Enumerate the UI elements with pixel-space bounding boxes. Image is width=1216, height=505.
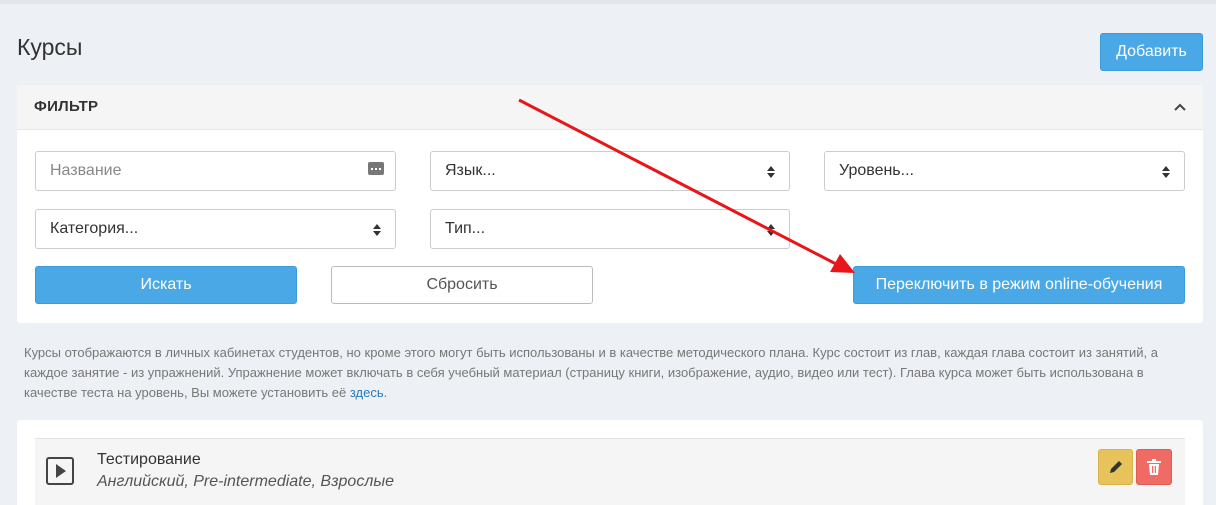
pencil-icon — [1109, 461, 1122, 473]
filter-panel: ФИЛЬТР Название Язык... Уровень... Катег… — [17, 85, 1203, 323]
trash-icon — [1147, 459, 1161, 475]
category-select-value: Категория... — [50, 220, 139, 237]
info-end: . — [383, 385, 388, 400]
type-select[interactable]: Тип... — [430, 209, 790, 249]
keyboard-icon — [368, 162, 384, 175]
info-body: Курсы отображаются в личных кабинетах ст… — [24, 345, 1158, 400]
language-select[interactable]: Язык... — [430, 151, 790, 191]
filter-header[interactable]: ФИЛЬТР — [17, 85, 1203, 130]
sort-icon — [767, 166, 775, 178]
level-select[interactable]: Уровень... — [824, 151, 1185, 191]
category-select[interactable]: Категория... — [35, 209, 396, 249]
chevron-up-icon[interactable] — [1173, 101, 1187, 113]
info-text: Курсы отображаются в личных кабинетах ст… — [24, 343, 1194, 403]
course-subtitle: Английский, Pre-intermediate, Взрослые — [97, 473, 395, 490]
info-link[interactable]: здесь — [350, 385, 384, 400]
sort-icon — [373, 224, 381, 236]
course-row[interactable]: Тестирование Английский, Pre-intermediat… — [35, 438, 1185, 505]
online-mode-button[interactable]: Переключить в режим online-обучения — [853, 266, 1185, 304]
reset-button[interactable]: Сбросить — [331, 266, 593, 304]
filter-title: ФИЛЬТР — [34, 98, 99, 115]
course-title: Тестирование — [97, 451, 201, 468]
level-select-value: Уровень... — [839, 162, 914, 179]
add-course-button[interactable]: Добавить — [1100, 33, 1203, 71]
name-placeholder: Название — [50, 162, 122, 179]
delete-button[interactable] — [1136, 449, 1172, 485]
course-list: Тестирование Английский, Pre-intermediat… — [17, 420, 1203, 505]
search-button[interactable]: Искать — [35, 266, 297, 304]
top-border — [0, 0, 1216, 4]
name-input[interactable]: Название — [35, 151, 396, 191]
play-icon[interactable] — [46, 457, 74, 485]
language-select-value: Язык... — [445, 162, 496, 179]
sort-icon — [1162, 166, 1170, 178]
type-select-value: Тип... — [445, 220, 486, 237]
page-title: Курсы — [17, 34, 83, 60]
edit-button[interactable] — [1098, 449, 1133, 485]
sort-icon — [767, 224, 775, 236]
